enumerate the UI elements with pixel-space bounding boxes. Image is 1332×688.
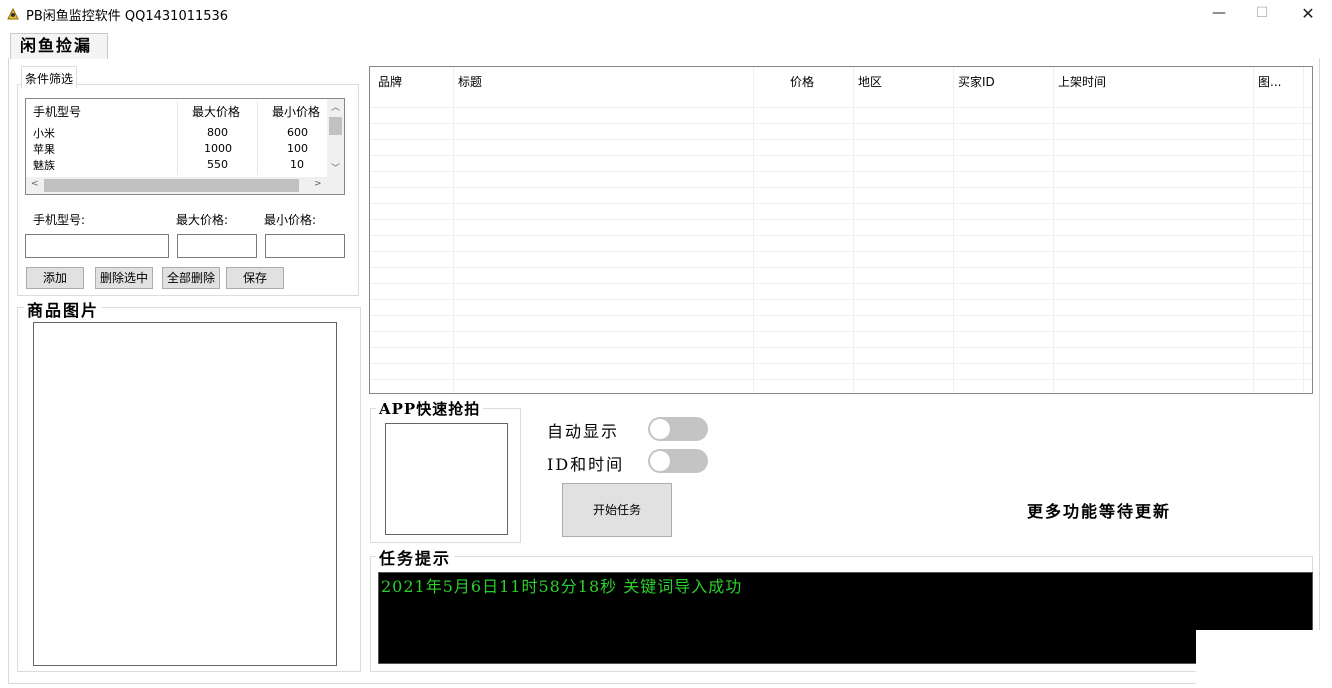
tab-xianyu[interactable]: 闲鱼捡漏 xyxy=(10,33,108,59)
min-price-label: 最小价格: xyxy=(264,213,317,227)
task-title: 任务提示 xyxy=(376,545,455,569)
id-time-toggle[interactable] xyxy=(648,449,708,473)
filter-group-tab: 条件筛选 xyxy=(21,66,77,88)
auto-show-label: 自动显示 xyxy=(547,422,620,441)
hscroll-thumb[interactable] xyxy=(44,179,299,192)
row-model[interactable]: 魅族 xyxy=(33,157,55,173)
delete-selected-button[interactable]: 删除选中 xyxy=(95,267,153,289)
row-min[interactable]: 600 xyxy=(287,126,308,139)
col-header-title[interactable]: 标题 xyxy=(458,73,482,90)
toggle-knob xyxy=(650,451,670,471)
scroll-left-icon[interactable]: < xyxy=(31,179,39,189)
row-max[interactable]: 800 xyxy=(207,126,228,139)
task-log-line: 2021年5月6日11时58分18秒 关键词导入成功 xyxy=(381,577,743,596)
app-grab-title: APP快速抢拍 xyxy=(376,398,484,419)
toggle-knob xyxy=(650,419,670,439)
scroll-right-icon[interactable]: > xyxy=(314,179,322,189)
save-button[interactable]: 保存 xyxy=(226,267,284,289)
close-button[interactable]: ✕ xyxy=(1285,0,1331,27)
col-header-price[interactable]: 价格 xyxy=(790,73,814,90)
window-title: PB闲鱼监控软件 QQ1431011536 xyxy=(26,9,229,24)
maximize-button[interactable]: ☐ xyxy=(1239,0,1285,27)
task-log[interactable]: 2021年5月6日11时58分18秒 关键词导入成功 xyxy=(378,572,1313,664)
row-max[interactable]: 550 xyxy=(207,158,228,171)
delete-all-button[interactable]: 全部删除 xyxy=(162,267,220,289)
row-max[interactable]: 1000 xyxy=(204,142,232,155)
start-task-button[interactable]: 开始任务 xyxy=(562,483,672,537)
max-price-label: 最大价格: xyxy=(176,213,229,227)
row-model[interactable]: 小米 xyxy=(33,125,55,141)
scroll-up-icon[interactable]: ︿ xyxy=(331,100,340,113)
min-price-input[interactable] xyxy=(265,234,345,258)
results-grid[interactable]: 品牌 标题 价格 地区 买家ID 上架时间 图... xyxy=(369,66,1313,394)
app-icon xyxy=(7,7,19,20)
auto-show-toggle[interactable] xyxy=(648,417,708,441)
col-header-buyer-id[interactable]: 买家ID xyxy=(958,73,995,90)
filter-list-hscrollbar[interactable]: < > xyxy=(26,177,328,194)
col-header-image[interactable]: 图... xyxy=(1258,73,1281,90)
title-bar: PB闲鱼监控软件 QQ1431011536 — ☐ ✕ xyxy=(0,0,1332,27)
row-min[interactable]: 10 xyxy=(290,158,304,171)
col-header-list-time[interactable]: 上架时间 xyxy=(1058,73,1106,90)
qr-code-image xyxy=(385,423,508,535)
filter-group-title: 条件筛选 xyxy=(25,72,74,86)
add-button[interactable]: 添加 xyxy=(26,267,84,289)
product-image xyxy=(33,322,337,666)
scroll-down-icon[interactable]: ﹀ xyxy=(331,161,340,174)
col-header-brand[interactable]: 品牌 xyxy=(378,73,402,90)
scroll-corner xyxy=(327,177,344,194)
product-image-title: 商品图片 xyxy=(24,297,103,321)
watermark-area xyxy=(1196,630,1332,688)
col-header-model[interactable]: 手机型号 xyxy=(33,103,81,120)
row-model[interactable]: 苹果 xyxy=(33,141,55,157)
filter-list-vscrollbar[interactable]: ︿ ﹀ xyxy=(327,99,344,177)
max-price-input[interactable] xyxy=(177,234,257,258)
col-header-min[interactable]: 最小价格 xyxy=(272,103,320,120)
col-header-max[interactable]: 最大价格 xyxy=(192,103,240,120)
col-header-region[interactable]: 地区 xyxy=(858,73,882,90)
model-input[interactable] xyxy=(25,234,169,258)
model-label: 手机型号: xyxy=(33,213,86,227)
row-min[interactable]: 100 xyxy=(287,142,308,155)
id-time-label: ID和时间 xyxy=(547,455,625,474)
more-features-text: 更多功能等待更新 xyxy=(1027,502,1172,521)
minimize-button[interactable]: — xyxy=(1196,0,1242,27)
filter-list[interactable]: 手机型号 最大价格 最小价格 小米 800 600 苹果 1000 100 魅族… xyxy=(25,98,345,195)
vscroll-thumb[interactable] xyxy=(329,117,342,135)
